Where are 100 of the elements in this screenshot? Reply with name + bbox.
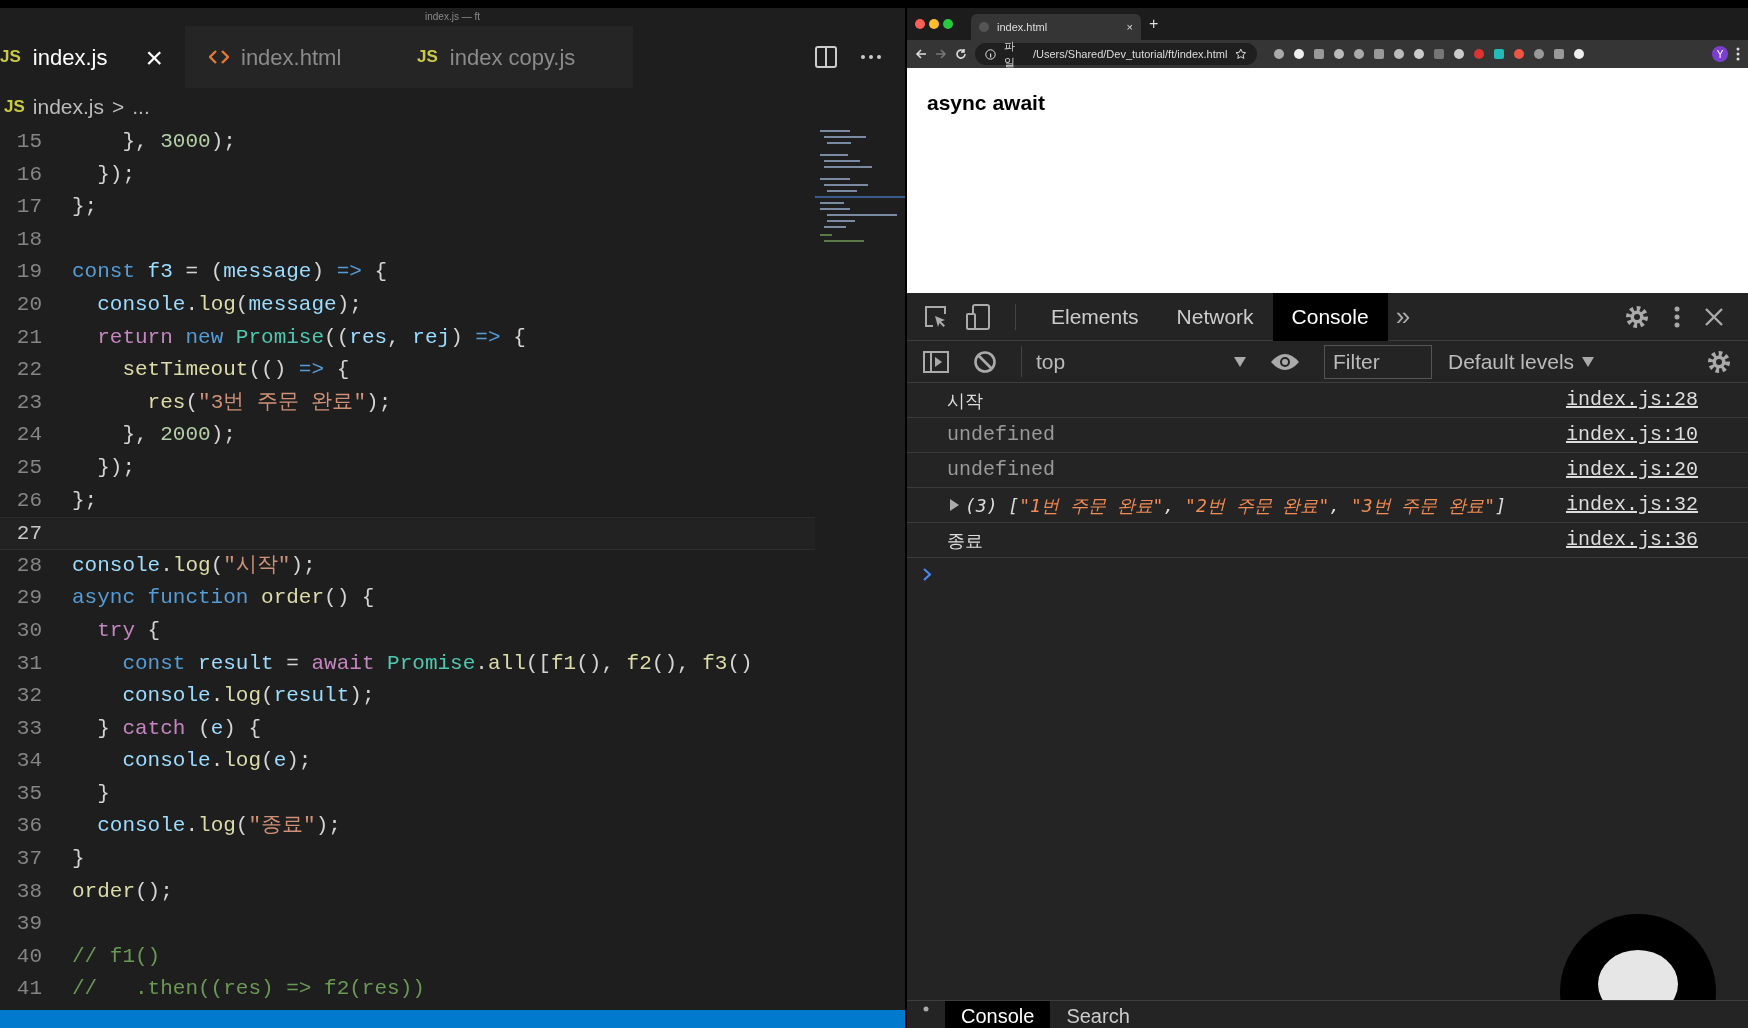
code-line: }, 2000); xyxy=(121,422,236,449)
code-line: // .then((res) => f2(res)) xyxy=(72,976,425,1003)
line-number: 27 xyxy=(15,521,43,548)
code-line: return new Promise((res, rej) => { xyxy=(96,324,526,351)
square-icon[interactable] xyxy=(1553,48,1565,60)
circle-icon[interactable] xyxy=(1533,48,1545,60)
window-title: index.js — ft xyxy=(425,11,480,22)
code-line: console.log(message); xyxy=(96,291,362,318)
line-number: 21 xyxy=(15,324,43,351)
settings-icon[interactable] xyxy=(1624,303,1650,330)
square-icon[interactable] xyxy=(1433,48,1445,60)
line-number: 34 xyxy=(15,748,43,775)
line-number: 40 xyxy=(15,943,43,970)
devtools-tab[interactable]: Console xyxy=(1272,292,1388,341)
split-editor-icon[interactable] xyxy=(815,46,837,68)
line-number: 28 xyxy=(15,552,43,579)
source-link[interactable]: index.js:20 xyxy=(1565,455,1698,485)
circle-icon[interactable] xyxy=(1333,48,1345,60)
line-number: 17 xyxy=(15,194,43,221)
square-icon[interactable] xyxy=(1493,48,1505,60)
line-number: 38 xyxy=(15,878,43,905)
tab-title: index.html xyxy=(997,19,1049,35)
circle-icon[interactable] xyxy=(1273,48,1285,60)
caret-icon xyxy=(1234,356,1246,367)
code-line: order(); xyxy=(72,878,173,905)
more-icon[interactable] xyxy=(861,55,881,59)
new-tab-button[interactable]: + xyxy=(1149,12,1159,36)
code-line: } xyxy=(96,780,110,807)
line-number: 30 xyxy=(15,617,43,644)
code-line: console.log("시작"); xyxy=(72,552,316,579)
profile-avatar[interactable]: Y xyxy=(1712,46,1728,62)
breadcrumb-item[interactable]: ... xyxy=(132,91,150,123)
line-number: 15 xyxy=(15,129,43,155)
sidebar-icon[interactable] xyxy=(923,350,949,373)
source-link[interactable]: index.js:28 xyxy=(1565,385,1698,415)
line-number: 24 xyxy=(15,422,43,449)
circle-icon[interactable] xyxy=(1293,48,1305,60)
source-link[interactable]: index.js:10 xyxy=(1565,420,1698,450)
line-number: 16 xyxy=(15,161,43,188)
line-number: 36 xyxy=(15,813,43,840)
code-line: // f1() xyxy=(72,943,161,970)
js-file-icon: JS xyxy=(4,94,25,120)
window-controls[interactable] xyxy=(915,19,955,29)
close-tab-button[interactable]: × xyxy=(1126,18,1133,36)
source-link[interactable]: index.js:36 xyxy=(1565,525,1698,555)
page-heading: async await xyxy=(927,90,1046,116)
star-icon[interactable] xyxy=(1235,48,1247,60)
code-line: const f3 = (message) => { xyxy=(72,259,388,286)
editor-tab[interactable]: JS index copy.js xyxy=(393,26,633,88)
device-icon[interactable] xyxy=(965,302,991,331)
code-line: }); xyxy=(96,161,135,188)
clear-icon[interactable] xyxy=(973,349,997,374)
console-message: 종료 xyxy=(947,528,984,553)
devtools-tab[interactable]: Network xyxy=(1157,292,1273,341)
browser-tab[interactable]: index.html × xyxy=(971,14,1141,40)
code-line: }, 3000); xyxy=(121,129,236,155)
back-icon[interactable] xyxy=(915,48,927,60)
forward-icon[interactable] xyxy=(935,48,947,60)
filter-field[interactable]: Filter xyxy=(1324,344,1432,379)
editor-tab[interactable]: index.html xyxy=(185,26,393,88)
circle-icon[interactable] xyxy=(1353,48,1365,60)
eye-icon[interactable] xyxy=(1270,351,1300,372)
reload-icon[interactable] xyxy=(955,48,967,60)
context-dropdown[interactable]: top xyxy=(1021,345,1246,378)
more-icon[interactable] xyxy=(1674,305,1680,328)
console-message: undefined xyxy=(947,422,1057,448)
code-line: async function order() { xyxy=(72,585,375,612)
circle-icon[interactable] xyxy=(1413,48,1425,60)
close-tab-button[interactable]: × xyxy=(145,34,163,80)
source-link[interactable]: index.js:32 xyxy=(1565,490,1698,520)
circle-icon[interactable] xyxy=(1453,48,1465,60)
settings-icon[interactable] xyxy=(1706,348,1732,375)
circle-icon[interactable] xyxy=(1393,48,1405,60)
circle-icon[interactable] xyxy=(1573,48,1585,60)
caret-icon xyxy=(1582,356,1595,367)
breadcrumb-item[interactable]: index.js xyxy=(32,91,104,123)
levels-dropdown[interactable]: Default levels xyxy=(1448,345,1595,378)
info-icon xyxy=(985,48,996,60)
expand-icon[interactable] xyxy=(949,499,959,511)
prompt-icon[interactable] xyxy=(923,567,932,581)
url-text: /Users/Shared/Dev_tutorial/ft/index.html xyxy=(1032,46,1228,62)
line-number: 23 xyxy=(15,389,43,416)
drawer-tab[interactable]: Search xyxy=(1050,1001,1146,1028)
drawer-tab[interactable]: Console xyxy=(945,1001,1051,1028)
line-number: 41 xyxy=(15,976,43,1003)
line-number: 32 xyxy=(15,683,43,710)
globe-icon xyxy=(979,22,989,32)
line-number: 25 xyxy=(15,454,43,481)
code-line: setTimeout(() => { xyxy=(121,357,350,384)
more-tabs-button[interactable]: » xyxy=(1395,297,1411,336)
square-icon[interactable] xyxy=(1373,48,1385,60)
square-icon[interactable] xyxy=(1313,48,1325,60)
console-message: 시작 xyxy=(947,388,984,413)
line-number: 29 xyxy=(15,585,43,612)
line-number: 18 xyxy=(15,226,43,253)
inspect-icon[interactable] xyxy=(923,303,949,330)
close-icon[interactable] xyxy=(1704,306,1724,327)
more-icon[interactable] xyxy=(1736,47,1740,61)
code-line: res("3번 주문 완료"); xyxy=(146,389,392,416)
devtools-tab[interactable]: Elements xyxy=(1032,292,1158,341)
